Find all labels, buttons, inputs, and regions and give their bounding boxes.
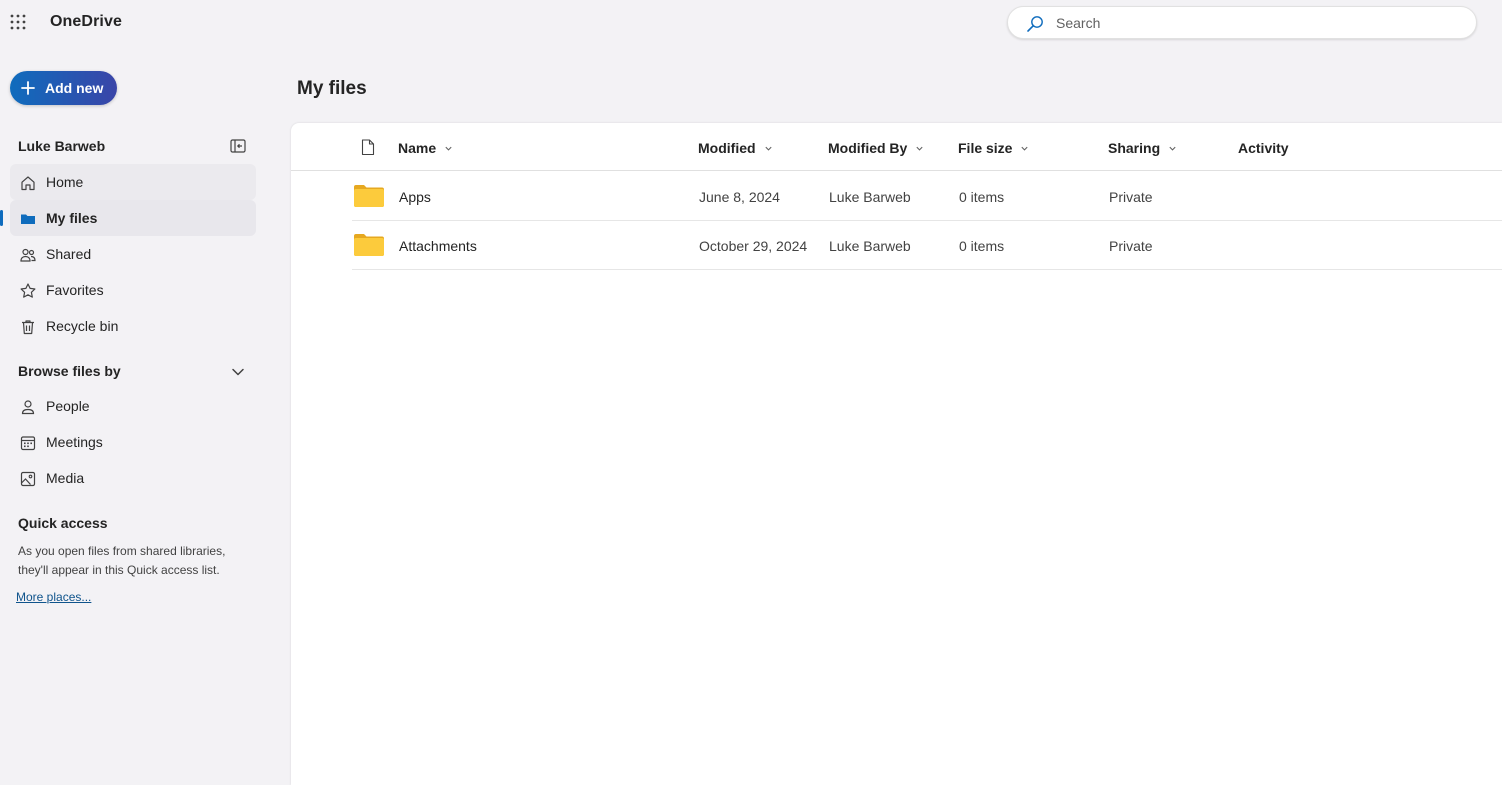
modified-by[interactable]: Luke Barweb (829, 189, 911, 205)
page-title: My files (297, 78, 367, 99)
column-label: Modified By (828, 140, 908, 156)
sidebar-item-recycle-bin[interactable]: Recycle bin (10, 308, 256, 344)
people-icon (19, 246, 37, 264)
chevron-down-icon (444, 144, 453, 153)
quick-access-description: As you open files from shared libraries,… (18, 544, 226, 577)
chevron-down-icon[interactable] (230, 364, 246, 385)
sidebar-item-label: People (46, 398, 90, 414)
column-label: Sharing (1108, 140, 1161, 156)
quick-access-header: Quick access (18, 515, 108, 531)
sidebar-item-label: Meetings (46, 434, 103, 450)
folder-icon (354, 234, 384, 261)
column-header-sharing[interactable]: Sharing (1108, 140, 1177, 156)
add-new-button[interactable]: Add new (10, 71, 117, 105)
modified-by[interactable]: Luke Barweb (829, 238, 911, 254)
collapse-nav-icon[interactable] (230, 138, 246, 159)
sidebar-item-label: Media (46, 470, 85, 486)
home-icon (19, 174, 37, 192)
account-row: Luke Barweb (18, 138, 248, 156)
top-bar: OneDrive (0, 0, 1502, 46)
file-size: 0 items (959, 238, 1005, 254)
sidebar-item-meetings[interactable]: Meetings (10, 424, 256, 460)
app-launcher-icon[interactable] (10, 14, 26, 30)
search-icon (1026, 15, 1044, 38)
table-row[interactable]: Attachments October 29, 2024 Luke Barweb… (352, 221, 1502, 270)
modified-date: June 8, 2024 (699, 189, 780, 205)
trash-icon (19, 318, 37, 336)
browse-files-header[interactable]: Browse files by (18, 363, 121, 379)
more-places-link[interactable]: More places... (16, 590, 91, 604)
column-label: Modified (698, 140, 756, 156)
sharing-status[interactable]: Private (1109, 189, 1153, 205)
calendar-icon (19, 434, 37, 452)
image-icon (19, 470, 37, 488)
sidebar-item-label: Shared (46, 246, 92, 262)
folder-icon (354, 185, 384, 212)
chevron-down-icon (764, 144, 773, 153)
file-name[interactable]: Attachments (399, 238, 477, 254)
column-header-file-size[interactable]: File size (958, 140, 1029, 156)
sidebar-item-label: Favorites (46, 282, 104, 298)
table-header: Name Modified Modified By File size Shar… (291, 123, 1502, 171)
account-name: Luke Barweb (18, 138, 106, 154)
sidebar-item-favorites[interactable]: Favorites (10, 272, 256, 308)
chevron-down-icon (915, 144, 924, 153)
column-label: Activity (1238, 140, 1289, 156)
search-box[interactable] (1007, 6, 1477, 39)
sidebar-item-label: Home (46, 174, 84, 190)
sharing-status[interactable]: Private (1109, 238, 1153, 254)
chevron-down-icon (1020, 144, 1029, 153)
plus-icon (21, 81, 35, 95)
file-type-icon[interactable] (361, 139, 375, 161)
sidebar-item-label: My files (46, 210, 98, 226)
sidebar-item-home[interactable]: Home (10, 164, 256, 200)
file-size: 0 items (959, 189, 1005, 205)
sidebar-item-shared[interactable]: Shared (10, 236, 256, 272)
table-row[interactable]: Apps June 8, 2024 Luke Barweb 0 items Pr… (352, 172, 1502, 221)
selected-indicator (0, 210, 3, 226)
column-header-modified[interactable]: Modified (698, 140, 773, 156)
star-icon (19, 282, 37, 300)
modified-date: October 29, 2024 (699, 238, 808, 254)
column-label: File size (958, 140, 1013, 156)
sidebar-item-media[interactable]: Media (10, 460, 256, 496)
column-header-activity[interactable]: Activity (1238, 140, 1289, 156)
app-title[interactable]: OneDrive (50, 13, 122, 31)
add-new-label: Add new (45, 80, 104, 96)
file-name[interactable]: Apps (399, 189, 431, 205)
column-header-name[interactable]: Name (398, 140, 453, 156)
folder-icon (19, 210, 37, 228)
sidebar-item-label: Recycle bin (46, 318, 119, 334)
person-icon (19, 398, 37, 416)
sidebar-item-people[interactable]: People (10, 388, 256, 424)
column-label: Name (398, 140, 437, 156)
sidebar-item-my-files[interactable]: My files (10, 200, 256, 236)
search-input[interactable] (1056, 7, 1456, 38)
column-header-modified-by[interactable]: Modified By (828, 140, 924, 156)
file-list-panel: Name Modified Modified By File size Shar… (291, 123, 1502, 785)
chevron-down-icon (1168, 144, 1177, 153)
